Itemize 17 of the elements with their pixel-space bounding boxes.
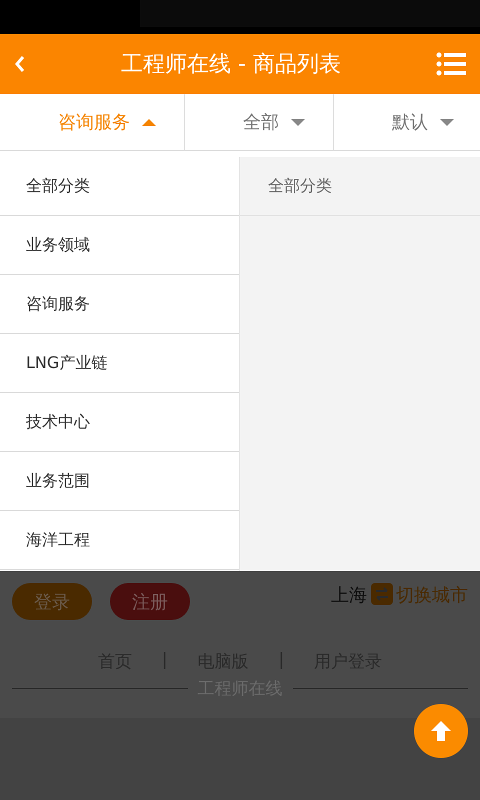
filter-tab[interactable]: 全部 (185, 94, 334, 150)
city-label: 上海 (331, 584, 367, 607)
caret-icon (142, 118, 156, 126)
back-icon[interactable] (14, 54, 26, 74)
back-to-top-button[interactable] (414, 704, 468, 758)
swap-icon[interactable] (371, 583, 393, 605)
subcategory-item[interactable]: 全部分类 (240, 157, 480, 216)
filter-tab[interactable]: 咨询服务 (0, 94, 185, 150)
caret-icon (291, 118, 305, 126)
arrow-up-icon (429, 719, 453, 743)
caret-icon (440, 118, 454, 126)
register-button[interactable]: 注册 (110, 583, 190, 620)
filter-tab[interactable]: 默认 (334, 94, 480, 150)
separator: | (278, 650, 284, 672)
menu-icon[interactable] (436, 52, 466, 76)
page-title: 工程师在线 - 商品列表 (120, 51, 342, 79)
separator: | (162, 650, 168, 672)
